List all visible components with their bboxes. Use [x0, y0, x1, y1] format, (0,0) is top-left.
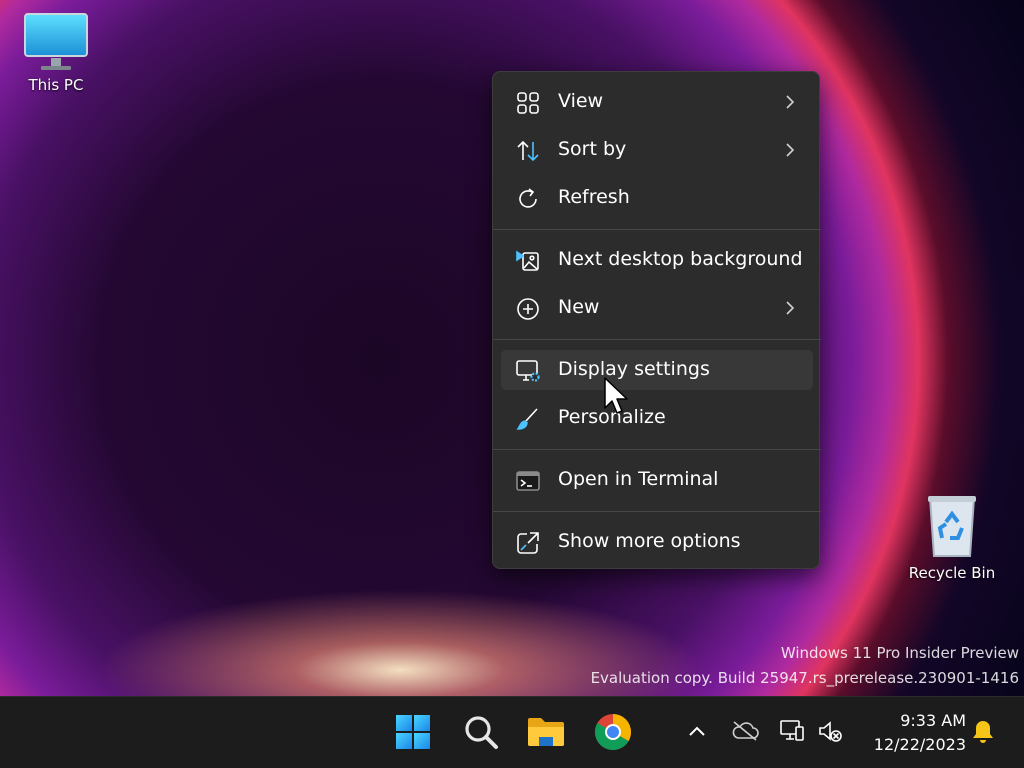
menu-item-sort-by[interactable]: Sort by	[501, 130, 813, 170]
taskbar-clock[interactable]: 9:33 AM 12/22/2023	[852, 709, 966, 757]
menu-item-open-in-terminal[interactable]: Open in Terminal	[501, 460, 813, 500]
search-icon	[465, 716, 498, 749]
onedrive-offline-icon	[732, 721, 759, 741]
menu-separator	[493, 511, 821, 512]
refresh-icon	[519, 188, 537, 208]
chevron-up-icon	[689, 726, 705, 736]
menu-item-show-more-options[interactable]: Show more options	[501, 522, 813, 562]
windows-logo-icon	[396, 715, 430, 749]
show-hidden-icons-button[interactable]	[681, 715, 713, 747]
menu-item-new[interactable]: New	[501, 288, 813, 328]
desktop-icon-this-pc[interactable]: This PC	[6, 12, 106, 94]
recycle-bin-icon	[928, 496, 976, 557]
terminal-icon	[516, 471, 540, 491]
menu-item-label: Sort by	[558, 138, 627, 160]
chevron-right-icon	[786, 95, 795, 109]
network-icon	[780, 720, 804, 741]
monitor-icon	[24, 13, 88, 70]
next-background-icon	[516, 250, 539, 271]
speaker-muted-icon	[819, 721, 842, 742]
menu-separator	[493, 449, 821, 450]
display-settings-icon	[516, 360, 540, 382]
menu-item-label: Display settings	[558, 358, 710, 380]
menu-item-display-settings[interactable]: Display settings	[501, 350, 813, 390]
menu-item-refresh[interactable]: Refresh	[501, 178, 813, 218]
menu-separator	[493, 229, 821, 230]
search-button[interactable]	[459, 710, 503, 754]
sort-icon	[517, 140, 539, 162]
desktop-icon-recycle-bin[interactable]: Recycle Bin	[902, 494, 1002, 582]
chevron-right-icon	[786, 143, 795, 157]
menu-item-view[interactable]: View	[501, 82, 813, 122]
menu-item-label: Next desktop background	[558, 248, 803, 270]
desktop-context-menu: View Sort by Refresh Next desktop backgr…	[492, 71, 821, 569]
watermark-edition: Windows 11 Pro Insider Preview	[780, 644, 1019, 662]
chrome-button[interactable]	[591, 710, 635, 754]
menu-item-label: Open in Terminal	[558, 468, 719, 490]
menu-item-label: View	[558, 90, 604, 112]
onedrive-tray-button[interactable]	[729, 715, 761, 747]
notification-center-button[interactable]	[967, 715, 999, 747]
mouse-cursor-icon	[604, 377, 628, 414]
volume-tray-button[interactable]	[814, 715, 846, 747]
watermark-build: Evaluation copy. Build 25947.rs_prerelea…	[590, 669, 1019, 687]
share-icon	[517, 532, 539, 554]
menu-item-personalize[interactable]: Personalize	[501, 398, 813, 438]
clock-time: 9:33 AM	[900, 711, 966, 730]
grid-icon	[517, 92, 539, 114]
network-tray-button[interactable]	[776, 715, 808, 747]
start-button[interactable]	[391, 710, 435, 754]
clock-date: 12/22/2023	[873, 735, 966, 754]
menu-item-label: Show more options	[558, 530, 741, 552]
folder-icon	[528, 718, 564, 746]
menu-item-label: Refresh	[558, 186, 630, 208]
brush-icon	[516, 408, 538, 430]
plus-circle-icon	[517, 298, 539, 320]
menu-item-next-desktop-background[interactable]: Next desktop background	[501, 240, 813, 280]
chevron-right-icon	[786, 301, 795, 315]
menu-item-label: New	[558, 296, 600, 318]
desktop-icon-label: This PC	[28, 76, 84, 94]
bell-icon	[973, 721, 993, 743]
menu-separator	[493, 339, 821, 340]
chrome-icon	[595, 714, 631, 751]
taskbar: 9:33 AM 12/22/2023	[0, 696, 1024, 768]
file-explorer-button[interactable]	[524, 710, 568, 754]
desktop-icon-label: Recycle Bin	[908, 564, 996, 582]
